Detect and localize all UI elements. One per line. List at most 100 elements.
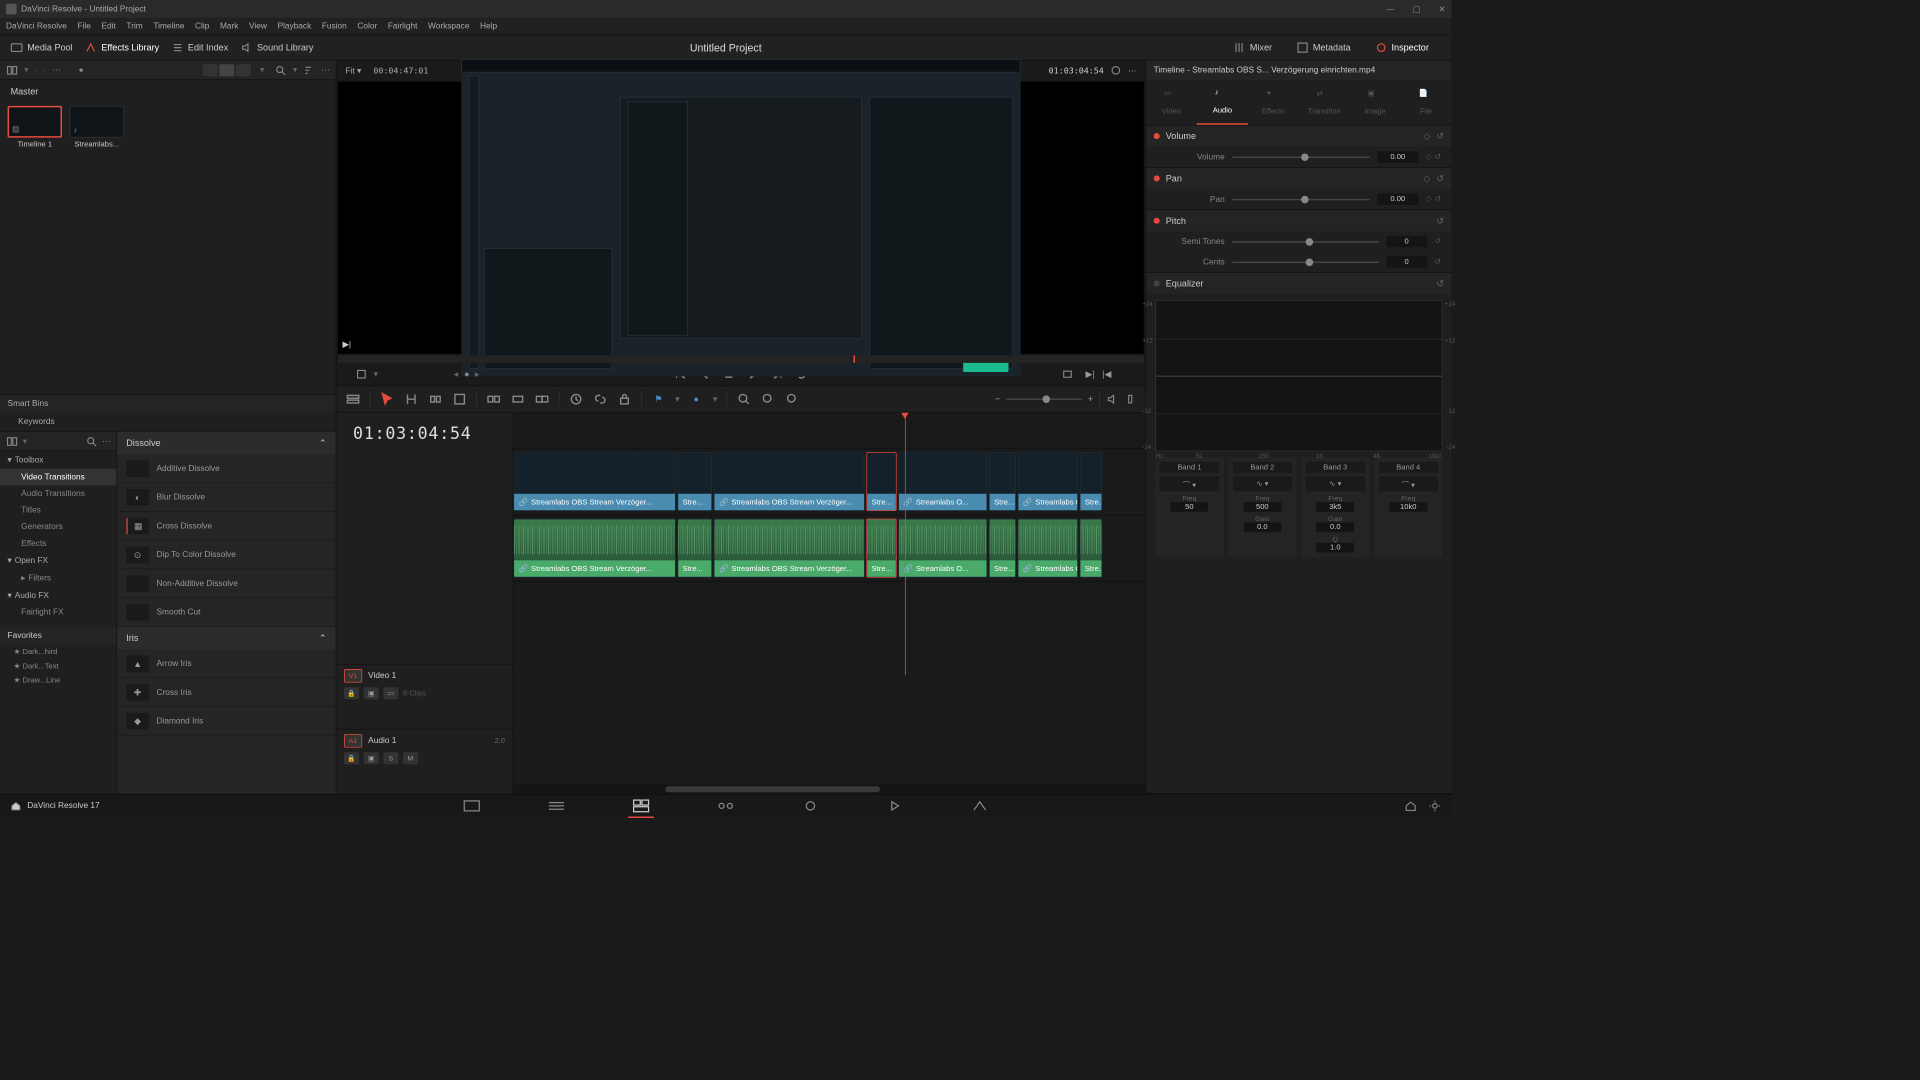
- chevron-down-icon[interactable]: ▾: [675, 394, 680, 405]
- pan-section[interactable]: Pan◇↺: [1146, 168, 1451, 189]
- go-start2-icon[interactable]: |◀: [1101, 368, 1113, 380]
- track-name[interactable]: Video 1: [368, 671, 396, 680]
- fx-cross-iris[interactable]: ✚Cross Iris: [117, 678, 335, 707]
- eq-graph[interactable]: +24 +12 +24 +12 -12 -24 -12 -24 Hz 62 25…: [1155, 300, 1442, 451]
- highshelf-icon[interactable]: ⌒ ▾: [1379, 476, 1438, 491]
- video-clip-selected[interactable]: Stre...: [866, 452, 896, 511]
- overwrite-clip-icon[interactable]: [510, 392, 525, 407]
- metadata-button[interactable]: Metadata: [1296, 42, 1350, 54]
- master-bin[interactable]: Master: [0, 80, 336, 103]
- titles-category[interactable]: Titles: [0, 502, 116, 519]
- search-icon[interactable]: [275, 64, 287, 76]
- prev-edit-icon[interactable]: ◂: [454, 369, 459, 380]
- zoom-slider[interactable]: [1006, 398, 1082, 400]
- audio-track[interactable]: 🔗 Streamlabs OBS Stream Verzöger... Stre…: [513, 516, 1145, 583]
- inspector-button[interactable]: Inspector: [1375, 42, 1429, 54]
- reset-icon[interactable]: ↺: [1436, 278, 1444, 289]
- menu-item[interactable]: Workspace: [428, 22, 469, 31]
- bell-icon[interactable]: ∿ ▾: [1306, 476, 1365, 491]
- bypass-icon[interactable]: [1110, 64, 1122, 76]
- eq-band-1[interactable]: Band 1 ⌒ ▾ Freq50: [1155, 457, 1223, 557]
- track-name[interactable]: Audio 1: [368, 736, 396, 745]
- fairlightfx-category[interactable]: Fairlight FX: [0, 604, 116, 621]
- fit-dropdown[interactable]: Fit ▾: [345, 65, 361, 75]
- semitones-slider[interactable]: [1232, 241, 1378, 243]
- insert-clip-icon[interactable]: [486, 392, 501, 407]
- eq-band-2[interactable]: Band 2 ∿ ▾ Freq500 Gain0.0: [1228, 457, 1296, 557]
- more-icon[interactable]: ⋯: [102, 436, 110, 446]
- sound-library-button[interactable]: Sound Library: [240, 42, 313, 54]
- video-transitions[interactable]: Video Transitions: [0, 469, 116, 486]
- timeline-scrollbar[interactable]: [513, 785, 1145, 794]
- video-clip[interactable]: 🔗 Streamlabs O...: [898, 452, 987, 511]
- next-edit-icon[interactable]: ▸: [475, 369, 480, 380]
- menu-item[interactable]: Color: [357, 22, 377, 31]
- filters-category[interactable]: ▸Filters: [0, 569, 116, 586]
- monitor-audio-icon[interactable]: [1106, 393, 1118, 405]
- sort-icon[interactable]: [303, 64, 315, 76]
- favorite-item[interactable]: ★ Dark...Text: [0, 659, 116, 673]
- lowshelf-icon[interactable]: ⌒ ▾: [1160, 476, 1219, 491]
- bin-view-icon[interactable]: [6, 64, 18, 76]
- dynamic-trim-icon[interactable]: [428, 392, 443, 407]
- fx-cross-dissolve[interactable]: ▦Cross Dissolve: [117, 512, 335, 541]
- fx-group-dissolve[interactable]: Dissolve⌃: [117, 432, 335, 455]
- clip-audio[interactable]: ♪ Streamlabs...: [70, 106, 124, 149]
- volume-slider[interactable]: [1232, 156, 1370, 158]
- effects-category[interactable]: Effects: [0, 535, 116, 552]
- video-track[interactable]: 🔗 Streamlabs OBS Stream Verzöger... Stre…: [513, 449, 1145, 516]
- effects-library-button[interactable]: Effects Library: [85, 42, 159, 54]
- timeline-ruler[interactable]: [513, 413, 1145, 449]
- home-icon[interactable]: [11, 800, 22, 811]
- chevron-down-icon[interactable]: ▾: [23, 436, 27, 446]
- menu-item[interactable]: Help: [480, 22, 497, 31]
- maximize-icon[interactable]: ▢: [1412, 4, 1420, 14]
- favorite-item[interactable]: ★ Draw...Line: [0, 674, 116, 688]
- trim-tool-icon[interactable]: [404, 392, 419, 407]
- metadata-view-icon[interactable]: [203, 64, 218, 76]
- project-settings-icon[interactable]: [1429, 799, 1441, 811]
- playhead[interactable]: [905, 413, 906, 675]
- openfx-category[interactable]: ▾Open FX: [0, 552, 116, 569]
- tab-audio[interactable]: ♪Audio: [1197, 80, 1248, 125]
- thumb-view-icon[interactable]: [219, 64, 234, 76]
- fx-dip-to-color[interactable]: ⊙Dip To Color Dissolve: [117, 541, 335, 570]
- project-manager-icon[interactable]: [1405, 799, 1417, 811]
- panel-view-icon[interactable]: [6, 435, 18, 447]
- meter-icon[interactable]: [1124, 393, 1136, 405]
- close-icon[interactable]: ✕: [1439, 4, 1446, 14]
- search-icon[interactable]: [85, 435, 97, 447]
- semitones-value[interactable]: 0: [1386, 236, 1427, 247]
- solo-button[interactable]: S: [383, 752, 398, 764]
- v1-tag[interactable]: V1: [344, 669, 362, 683]
- auto-select-icon[interactable]: ▣: [364, 687, 379, 699]
- keywords-bin[interactable]: Keywords: [0, 413, 336, 431]
- video-clip[interactable]: 🔗 Streamlabs O...: [1018, 452, 1078, 511]
- menu-item[interactable]: Fairlight: [388, 22, 418, 31]
- zoom-out-icon[interactable]: −: [995, 394, 1000, 405]
- video-clip[interactable]: Stre...: [1080, 452, 1103, 511]
- menu-item[interactable]: Fusion: [322, 22, 347, 31]
- audio-clip[interactable]: Stre...: [989, 519, 1016, 578]
- nav-back-icon[interactable]: ‹: [34, 65, 37, 74]
- audio-clip[interactable]: 🔗 Streamlabs OBS Stream Verzöger...: [714, 519, 865, 578]
- tab-video[interactable]: ▭Video: [1146, 80, 1197, 125]
- audio-transitions[interactable]: Audio Transitions: [0, 485, 116, 502]
- mute-button[interactable]: M: [403, 752, 418, 764]
- keyframe-icon[interactable]: ◇: [1426, 153, 1432, 161]
- cents-value[interactable]: 0: [1386, 256, 1427, 267]
- go-end-icon[interactable]: ▶|: [1084, 368, 1096, 380]
- favorite-item[interactable]: ★ Dark...hird: [0, 645, 116, 659]
- more-icon[interactable]: ⋯: [321, 65, 329, 75]
- chevron-down-icon[interactable]: ▾: [373, 369, 378, 380]
- menu-item[interactable]: Trim: [126, 22, 142, 31]
- mixer-button[interactable]: Mixer: [1233, 42, 1272, 54]
- retime-icon[interactable]: [569, 392, 584, 407]
- menu-item[interactable]: View: [249, 22, 267, 31]
- link-icon[interactable]: [593, 392, 608, 407]
- media-page-icon[interactable]: [463, 799, 480, 813]
- fx-additive-dissolve[interactable]: Additive Dissolve: [117, 454, 335, 483]
- more-icon[interactable]: ⋯: [1128, 65, 1136, 75]
- minimize-icon[interactable]: —: [1386, 4, 1394, 14]
- edit-index-button[interactable]: Edit Index: [171, 42, 228, 54]
